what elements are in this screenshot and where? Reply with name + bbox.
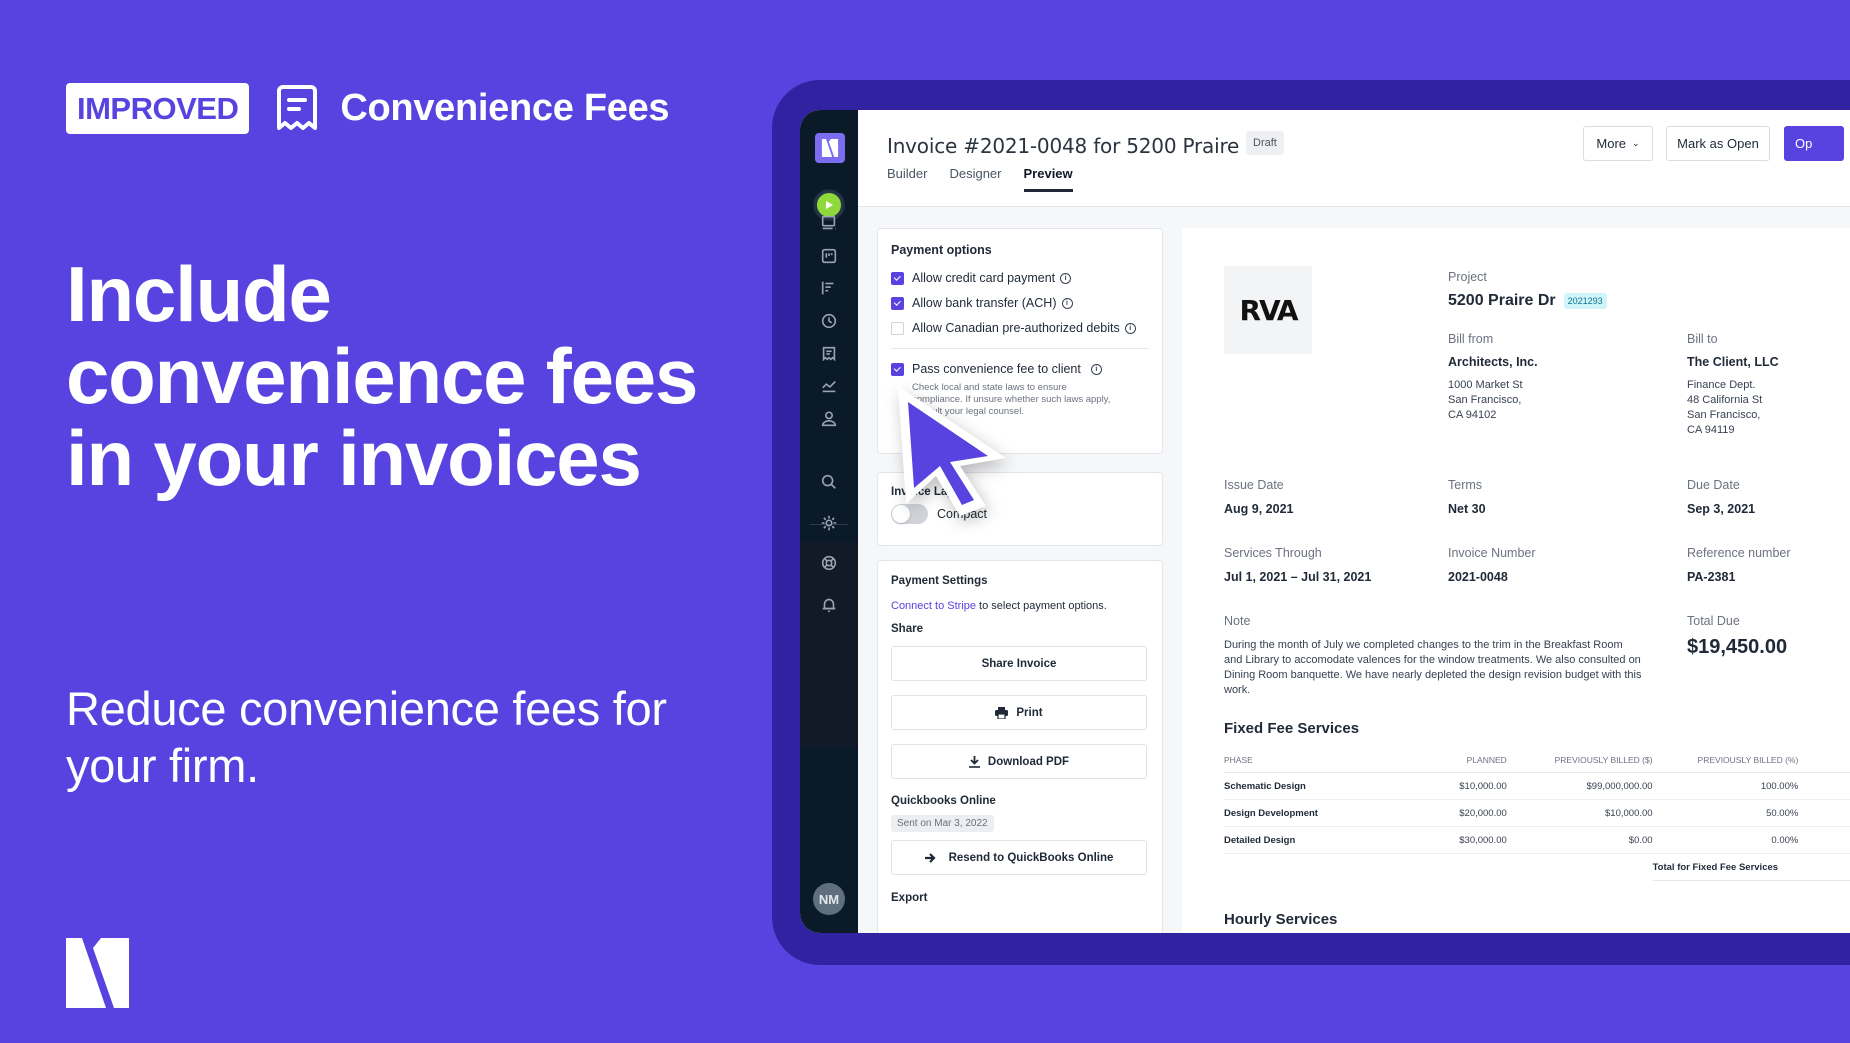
user-icon[interactable] <box>819 409 839 429</box>
improved-badge: IMPROVED <box>66 83 250 134</box>
bill-from-name: Architects, Inc. <box>1448 355 1538 369</box>
gantt-icon[interactable] <box>819 278 839 298</box>
info-icon[interactable]: i <box>1090 363 1102 375</box>
export-heading: Export <box>891 892 928 904</box>
chart-icon[interactable] <box>819 376 839 396</box>
app-sidebar: NM <box>800 110 858 933</box>
bill-from-address: 1000 Market St San Francisco, CA 94102 <box>1448 379 1523 421</box>
headline: Include convenience fees in your invoice… <box>66 250 698 502</box>
feature-title: Convenience Fees <box>340 87 670 129</box>
option-canadian-pad[interactable]: Allow Canadian pre-authorized debits i <box>891 321 1149 335</box>
more-button[interactable]: More ⌄ <box>1583 126 1653 161</box>
table-header-row: Phase Planned Previously billed ($) Prev… <box>1224 755 1850 773</box>
monitor-icon[interactable] <box>819 213 839 233</box>
download-icon <box>968 755 980 768</box>
pointer-cursor-icon <box>898 386 1006 516</box>
table-row: Design Development $20,000.00 $10,000.00 50… <box>1224 799 1850 827</box>
option-convenience-fee[interactable]: Pass convenience fee to client i <box>891 362 1149 376</box>
issue-date: Aug 9, 2021 <box>1224 502 1294 516</box>
convenience-fee-checkbox[interactable] <box>891 362 904 376</box>
share-invoice-button[interactable]: Share Invoice <box>891 646 1147 681</box>
table-total-row: Total for Fixed Fee Services $ <box>1224 853 1850 881</box>
resend-qbo-button[interactable]: Resend to QuickBooks Online <box>891 840 1147 875</box>
brand-logo <box>66 938 129 1008</box>
avatar[interactable]: NM <box>813 883 845 915</box>
subline: Reduce convenience fees for your firm. <box>66 682 667 792</box>
help-icon[interactable] <box>819 553 839 573</box>
primary-action-button[interactable]: Op <box>1784 126 1844 161</box>
print-button[interactable]: Print <box>891 695 1147 730</box>
canadian-pad-checkbox[interactable] <box>891 321 904 335</box>
ach-checkbox[interactable] <box>891 296 904 310</box>
connect-stripe-link[interactable]: Connect to Stripe <box>891 600 976 612</box>
printer-icon <box>995 706 1009 719</box>
due-date: Sep 3, 2021 <box>1687 502 1756 516</box>
option-ach[interactable]: Allow bank transfer (ACH) i <box>891 296 1149 310</box>
invoice-number: 2021-0048 <box>1448 570 1508 584</box>
bill-to-address: Finance Dept. 48 California St San Franc… <box>1687 379 1763 436</box>
hourly-services-title: Hourly Services <box>1224 911 1338 928</box>
app-window: NM Invoice #2021-0048 for 5200 Praire Dr… <box>800 110 1850 933</box>
qbo-heading: Quickbooks Online <box>891 795 996 807</box>
invoice-note: During the month of July we completed ch… <box>1224 639 1642 696</box>
receipt-icon <box>277 84 318 130</box>
tab-preview[interactable]: Preview <box>1023 166 1073 192</box>
page-title: Invoice #2021-0048 for 5200 Praire Dr <box>887 134 1269 158</box>
bell-icon[interactable] <box>819 595 839 615</box>
fixed-fee-title: Fixed Fee Services <box>1224 720 1360 737</box>
total-due: $19,450.00 <box>1687 636 1788 658</box>
terms: Net 30 <box>1448 502 1486 516</box>
project-name: 5200 Praire Dr 2021293 <box>1448 292 1607 310</box>
gear-icon[interactable] <box>819 513 839 533</box>
company-logo: RVA <box>1224 266 1312 354</box>
page-header: Invoice #2021-0048 for 5200 Praire Dr Dr… <box>858 110 1850 207</box>
payment-settings-card: Payment Settings Connect to Stripe to se… <box>877 560 1163 933</box>
table-row: Detailed Design$30,000.00$0.000.00%10.00… <box>1224 826 1850 854</box>
qbo-sent-badge: Sent on Mar 3, 2022 <box>891 815 994 832</box>
receipt-icon[interactable] <box>819 344 839 364</box>
invoice-preview: RVA Project 5200 Praire Dr 2021293 Bill … <box>1182 228 1850 933</box>
project-number-badge: 2021293 <box>1563 293 1607 309</box>
info-icon[interactable]: i <box>1060 272 1072 284</box>
payment-options-title: Payment options <box>891 243 992 257</box>
search-icon[interactable] <box>819 472 839 492</box>
option-credit-card[interactable]: Allow credit card payment i <box>891 271 1149 285</box>
chevron-down-icon: ⌄ <box>1632 138 1640 148</box>
arrow-right-icon <box>924 852 936 863</box>
status-badge: Draft <box>1246 131 1284 155</box>
table-row: Schematic Design $10,000.00 $99,000,000.00… <box>1224 772 1850 800</box>
fixed-fee-table: Phase Planned Previously billed ($) Prev… <box>1224 755 1850 881</box>
share-heading: Share <box>891 623 923 635</box>
tab-builder[interactable]: Builder <box>887 166 927 191</box>
board-icon[interactable] <box>819 246 839 266</box>
mark-as-open-button[interactable]: Mark as Open <box>1666 126 1770 161</box>
credit-card-checkbox[interactable] <box>891 271 904 285</box>
services-through: Jul 1, 2021 – Jul 31, 2021 <box>1224 570 1372 584</box>
payment-settings-title: Payment Settings <box>891 575 988 587</box>
info-icon[interactable]: i <box>1124 322 1136 334</box>
tab-bar: Builder Designer Preview <box>887 166 1073 192</box>
tab-designer[interactable]: Designer <box>949 166 1001 191</box>
feature-header: IMPROVED Convenience Fees <box>66 83 670 134</box>
bill-to-name: The Client, LLC <box>1687 355 1779 369</box>
clock-icon[interactable] <box>819 311 839 331</box>
reference-number: PA-2381 <box>1687 570 1736 584</box>
app-logo[interactable] <box>815 133 845 163</box>
info-icon[interactable]: i <box>1061 297 1073 309</box>
download-pdf-button[interactable]: Download PDF <box>891 744 1147 779</box>
